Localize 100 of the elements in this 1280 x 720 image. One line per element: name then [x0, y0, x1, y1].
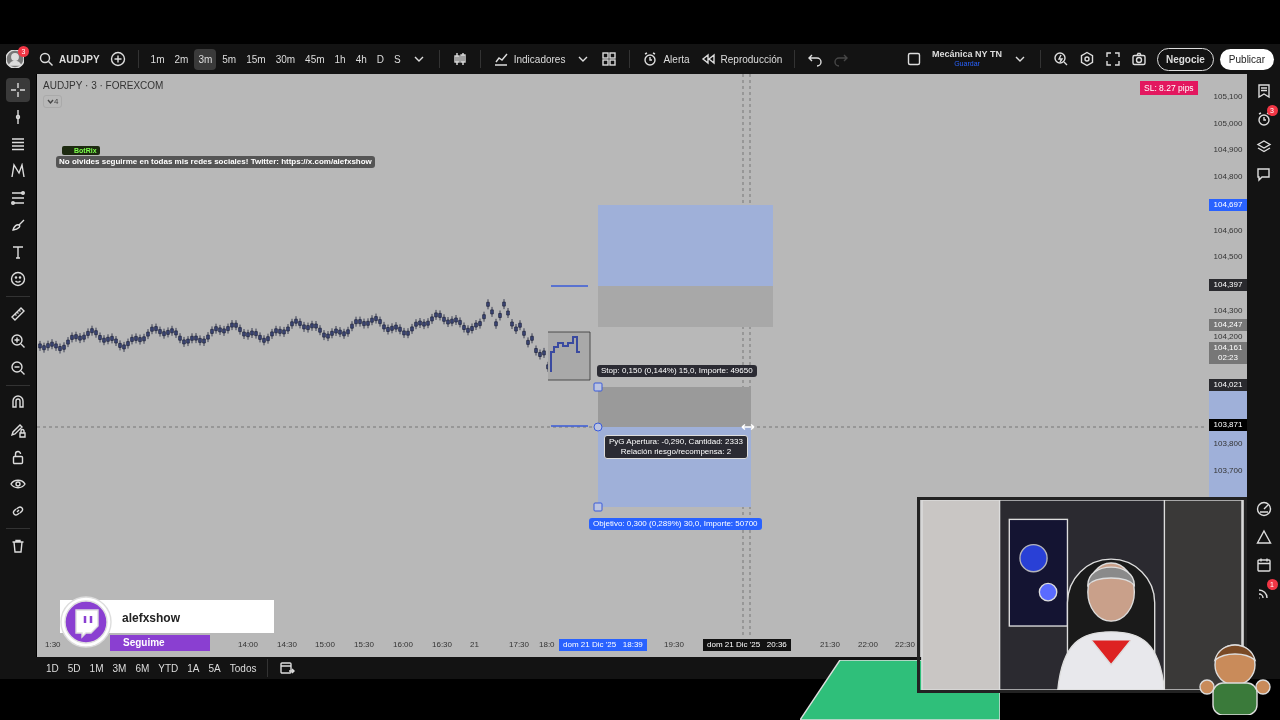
link-icon [10, 503, 26, 519]
price-label: 105,000 [1212, 117, 1244, 130]
time-label: dom 21 Dic '25 18:39 [559, 639, 647, 651]
range-button[interactable]: 5A [204, 657, 225, 679]
range-button[interactable]: 1M [85, 657, 108, 679]
alarm-clock-icon [1255, 111, 1272, 127]
plus-icon [109, 51, 126, 67]
replay-button[interactable]: Reproducción [695, 48, 787, 70]
channel-name: alefxshow [122, 610, 181, 627]
interval-button[interactable]: 5m [218, 48, 241, 70]
publish-button[interactable]: Publicar [1219, 48, 1274, 70]
pnl-label: PyG Apertura: -0,290, Cantidad: 2333 Relación riesgo/recompensa: 2 [604, 435, 748, 459]
interval-button[interactable]: 30m [271, 48, 300, 70]
range-button[interactable]: 6M [131, 657, 154, 679]
price-label: 104,397 [1209, 278, 1247, 291]
range-button[interactable]: 1A [183, 657, 204, 679]
bot-message: No olvides seguirme en todas mis redes sociales! Twitter: https://x.com/alefxshow [56, 156, 375, 168]
search-icon[interactable] [38, 51, 54, 67]
time-label: 21 [470, 639, 479, 651]
interval-button[interactable]: 1m [146, 48, 169, 70]
zoom-in-icon [10, 333, 26, 349]
range-button[interactable]: 1D [42, 657, 63, 679]
layout-name[interactable]: Mecánica NY TN [932, 49, 1002, 59]
time-label: 16:30 [432, 639, 453, 651]
range-button[interactable]: 5D [63, 657, 85, 679]
target-label: Objetivo: 0,300 (0,289%) 30,0, Importe: 50700 [589, 518, 762, 530]
time-label: 15:00 [315, 639, 336, 651]
price-label: 104,161 02:23 [1209, 341, 1247, 364]
fibonacci-icon [10, 190, 26, 206]
square-icon [906, 51, 923, 67]
caret-icon [47, 98, 54, 105]
interval-button[interactable]: S [390, 48, 405, 70]
price-label: 104,500 [1212, 251, 1244, 264]
price-label: 104,247 [1209, 318, 1247, 331]
avatar-icon[interactable] [6, 50, 24, 68]
price-label: 104,900 [1212, 144, 1244, 157]
price-label: 104,200 [1212, 331, 1244, 344]
entry-handle[interactable] [593, 422, 603, 432]
settings-icon [1078, 51, 1095, 67]
alert-button[interactable]: Alerta [638, 48, 694, 70]
layers-icon [1255, 139, 1272, 155]
price-label: 104,600 [1212, 224, 1244, 237]
fullscreen-icon [1104, 51, 1121, 67]
chart-snapshot-drawing [547, 331, 591, 381]
symbol-search-button[interactable]: AUDJPY [34, 48, 104, 70]
price-label: 104,300 [1212, 304, 1244, 317]
time-label: 15:30 [354, 639, 375, 651]
time-label: 1:30 [45, 639, 61, 651]
pattern-icon [10, 163, 26, 179]
grid-icon [601, 51, 618, 67]
ruler-icon [10, 306, 26, 322]
range-button[interactable]: Todos [225, 657, 261, 679]
camera-icon [1130, 51, 1147, 67]
range-button[interactable]: 3M [108, 657, 131, 679]
interval-button[interactable]: 2m [170, 48, 193, 70]
brush-icon [10, 217, 26, 233]
pencil-lock-icon [10, 422, 26, 438]
time-label: 19:30 [664, 639, 685, 651]
interval-button[interactable]: 15m [242, 48, 270, 70]
crosshair-button[interactable] [6, 78, 30, 102]
price-level-line [550, 425, 589, 427]
smiley-icon [10, 271, 26, 287]
time-label: dom 21 Dic '25 20:36 [703, 639, 791, 651]
stop-loss-badge: SL: 8.27 pips [1140, 81, 1198, 95]
watchlist-icon [1255, 83, 1272, 99]
time-label: 18:0 [539, 639, 555, 651]
price-label: 105,100 [1212, 91, 1244, 103]
stop-handle[interactable] [593, 382, 603, 392]
price-label: 104,697 [1209, 198, 1247, 211]
chat-icon [1255, 167, 1272, 183]
zoom-out-icon [10, 360, 26, 376]
time-label: 16:00 [393, 639, 414, 651]
interval-button[interactable]: 4h [351, 48, 371, 70]
interval-button[interactable]: D [372, 48, 389, 70]
legend-toggle-button[interactable]: 4 [43, 95, 63, 108]
price-label: 103,871 [1209, 419, 1247, 432]
price-label: 104,021 [1209, 379, 1247, 392]
candlestick-icon [451, 51, 468, 67]
interval-button[interactable]: 3m [194, 48, 217, 70]
indicators-button[interactable]: Indicadores [488, 48, 570, 70]
calendar-icon [279, 660, 296, 676]
trash-icon [10, 538, 26, 554]
resize-cursor-icon [741, 423, 755, 431]
price-level-line [550, 285, 589, 287]
quick-search-icon [1052, 51, 1069, 67]
twitch-logo-icon [60, 596, 112, 648]
interval-button[interactable]: 45m [301, 48, 329, 70]
lock-icon [10, 449, 26, 465]
price-label: 103,700 [1212, 464, 1244, 477]
price-label: 103,800 [1212, 438, 1244, 451]
price-label: 104,800 [1212, 171, 1244, 184]
crosshair-icon [10, 82, 26, 98]
lines-icon [10, 136, 26, 152]
chart-icon [492, 51, 509, 67]
range-button[interactable]: YTD [154, 657, 183, 679]
interval-button[interactable]: 1h [330, 48, 350, 70]
time-label: 21:30 [820, 639, 841, 651]
target-handle[interactable] [593, 502, 603, 512]
chart-title: AUDJPY · 3 · FOREXCOM [43, 79, 164, 93]
calendar-icon [1255, 557, 1272, 573]
